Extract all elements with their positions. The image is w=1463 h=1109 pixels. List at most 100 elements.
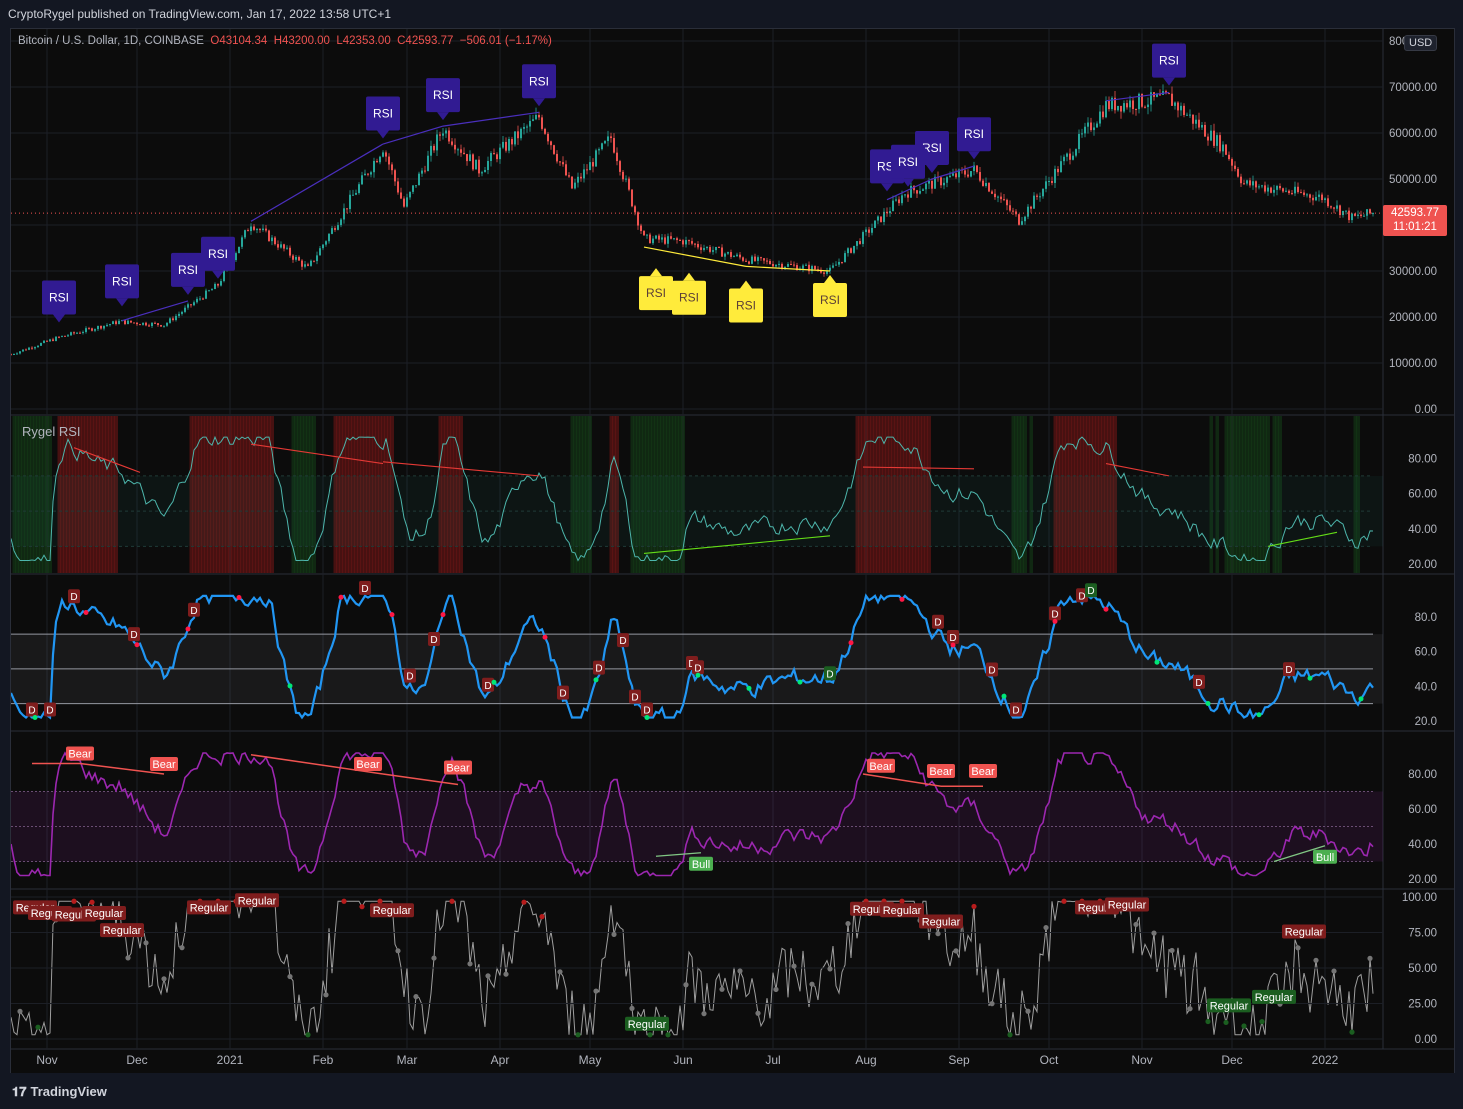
- candle-body: [61, 335, 63, 337]
- candle: [964, 165, 966, 178]
- regular-bear-label: Regular: [82, 906, 126, 921]
- candle: [334, 225, 336, 232]
- candle: [1243, 179, 1245, 185]
- candle: [634, 204, 636, 216]
- candle-body: [286, 247, 288, 249]
- candle-body: [361, 175, 363, 185]
- candle: [1150, 86, 1152, 112]
- currency-button[interactable]: USD: [1404, 35, 1438, 51]
- candle: [1042, 188, 1044, 199]
- candle-body: [73, 332, 75, 334]
- candle-body: [130, 320, 132, 323]
- candle-body: [790, 264, 792, 266]
- candle: [1180, 102, 1182, 116]
- candle: [553, 144, 555, 155]
- pivot-dot: [665, 1032, 671, 1038]
- candle-body: [568, 175, 570, 177]
- candle: [994, 189, 996, 200]
- divergence-marker: D: [986, 662, 998, 677]
- candle-body: [301, 260, 303, 267]
- x-axis-tick-label: Aug: [855, 1053, 876, 1067]
- candle-body: [373, 160, 375, 173]
- tradingview-logo-icon: 𝟏𝟕: [12, 1084, 27, 1099]
- candle-body: [133, 322, 135, 324]
- candle-body: [58, 336, 60, 338]
- candle: [904, 193, 906, 198]
- candle-body: [1057, 168, 1059, 173]
- candle: [733, 255, 735, 258]
- divergence-marker: D: [68, 589, 80, 604]
- pivot-dot: [32, 715, 38, 721]
- candle-body: [889, 211, 891, 214]
- candle-body: [148, 325, 150, 327]
- candle: [1369, 208, 1371, 215]
- candle: [697, 241, 699, 250]
- candle-body: [619, 161, 621, 172]
- candle: [739, 252, 741, 260]
- rsi-bear-badge: RSI: [426, 78, 460, 121]
- candle-body: [481, 172, 483, 174]
- candle-body: [1351, 213, 1353, 221]
- candle: [397, 177, 399, 195]
- candle-body: [1060, 161, 1062, 173]
- pivot-dot: [161, 976, 167, 982]
- candle: [661, 233, 663, 243]
- candle: [1237, 166, 1239, 178]
- candle: [25, 348, 27, 351]
- candle-body: [949, 175, 951, 178]
- candle: [214, 282, 216, 290]
- candle: [568, 172, 570, 179]
- candle: [52, 337, 54, 342]
- candle-body: [535, 114, 537, 120]
- rsi-badge-label: RSI: [529, 74, 549, 88]
- divergence-marker: D: [557, 685, 569, 700]
- candle-body: [1036, 195, 1038, 197]
- candle: [430, 140, 432, 162]
- divergence-marker: D: [128, 627, 140, 642]
- candle: [622, 170, 624, 182]
- candle: [1024, 215, 1026, 225]
- candle: [1045, 175, 1047, 193]
- candle: [940, 175, 942, 189]
- candle-body: [1084, 126, 1086, 134]
- price-axis-tick: 0.00: [1415, 404, 1437, 416]
- candle-body: [544, 128, 546, 134]
- tradingview-logo[interactable]: 𝟏𝟕 TradingView: [12, 1084, 107, 1100]
- pivot-dot: [440, 612, 446, 618]
- pivot-dot: [593, 677, 599, 683]
- candle: [1294, 181, 1296, 197]
- rsi-bear-badge: RSI: [366, 96, 400, 139]
- candle: [619, 159, 621, 176]
- candle-body: [673, 238, 675, 240]
- candle-body: [241, 237, 243, 247]
- chart-frame[interactable]: Nov Dec 2021 Feb Mar Apr May Jun Jul Aug Sep Oct Nov…: [9, 28, 1455, 1075]
- pivot-dot: [485, 973, 491, 979]
- candle-body: [979, 172, 981, 181]
- chart-svg[interactable]: Nov Dec 2021 Feb Mar Apr May Jun Jul Aug Sep Oct Nov…: [9, 29, 1454, 1074]
- candle: [55, 335, 57, 342]
- candle: [1018, 213, 1020, 226]
- candle: [628, 176, 630, 192]
- pivot-dot: [899, 596, 905, 602]
- candle: [1312, 194, 1314, 206]
- candle: [745, 258, 747, 263]
- candle: [1282, 187, 1284, 193]
- candle-body: [70, 332, 72, 336]
- pivot-dot: [1061, 898, 1067, 904]
- candle-body: [64, 335, 66, 337]
- candle: [313, 260, 315, 263]
- divergence-marker-label: D: [643, 706, 650, 717]
- pivot-dot: [644, 715, 650, 721]
- candle-body: [1216, 135, 1218, 146]
- candle-body: [475, 159, 477, 170]
- candle: [1321, 192, 1323, 203]
- candle-body: [49, 339, 51, 342]
- candle-body: [1267, 187, 1269, 192]
- candle-body: [1288, 190, 1290, 194]
- candle-body: [1309, 194, 1311, 198]
- bear-label-text: Bear: [68, 749, 92, 761]
- candle: [40, 342, 42, 347]
- candle-body: [304, 264, 306, 267]
- divergence-marker-label: D: [631, 693, 638, 704]
- divergence-marker-label: D: [430, 635, 437, 646]
